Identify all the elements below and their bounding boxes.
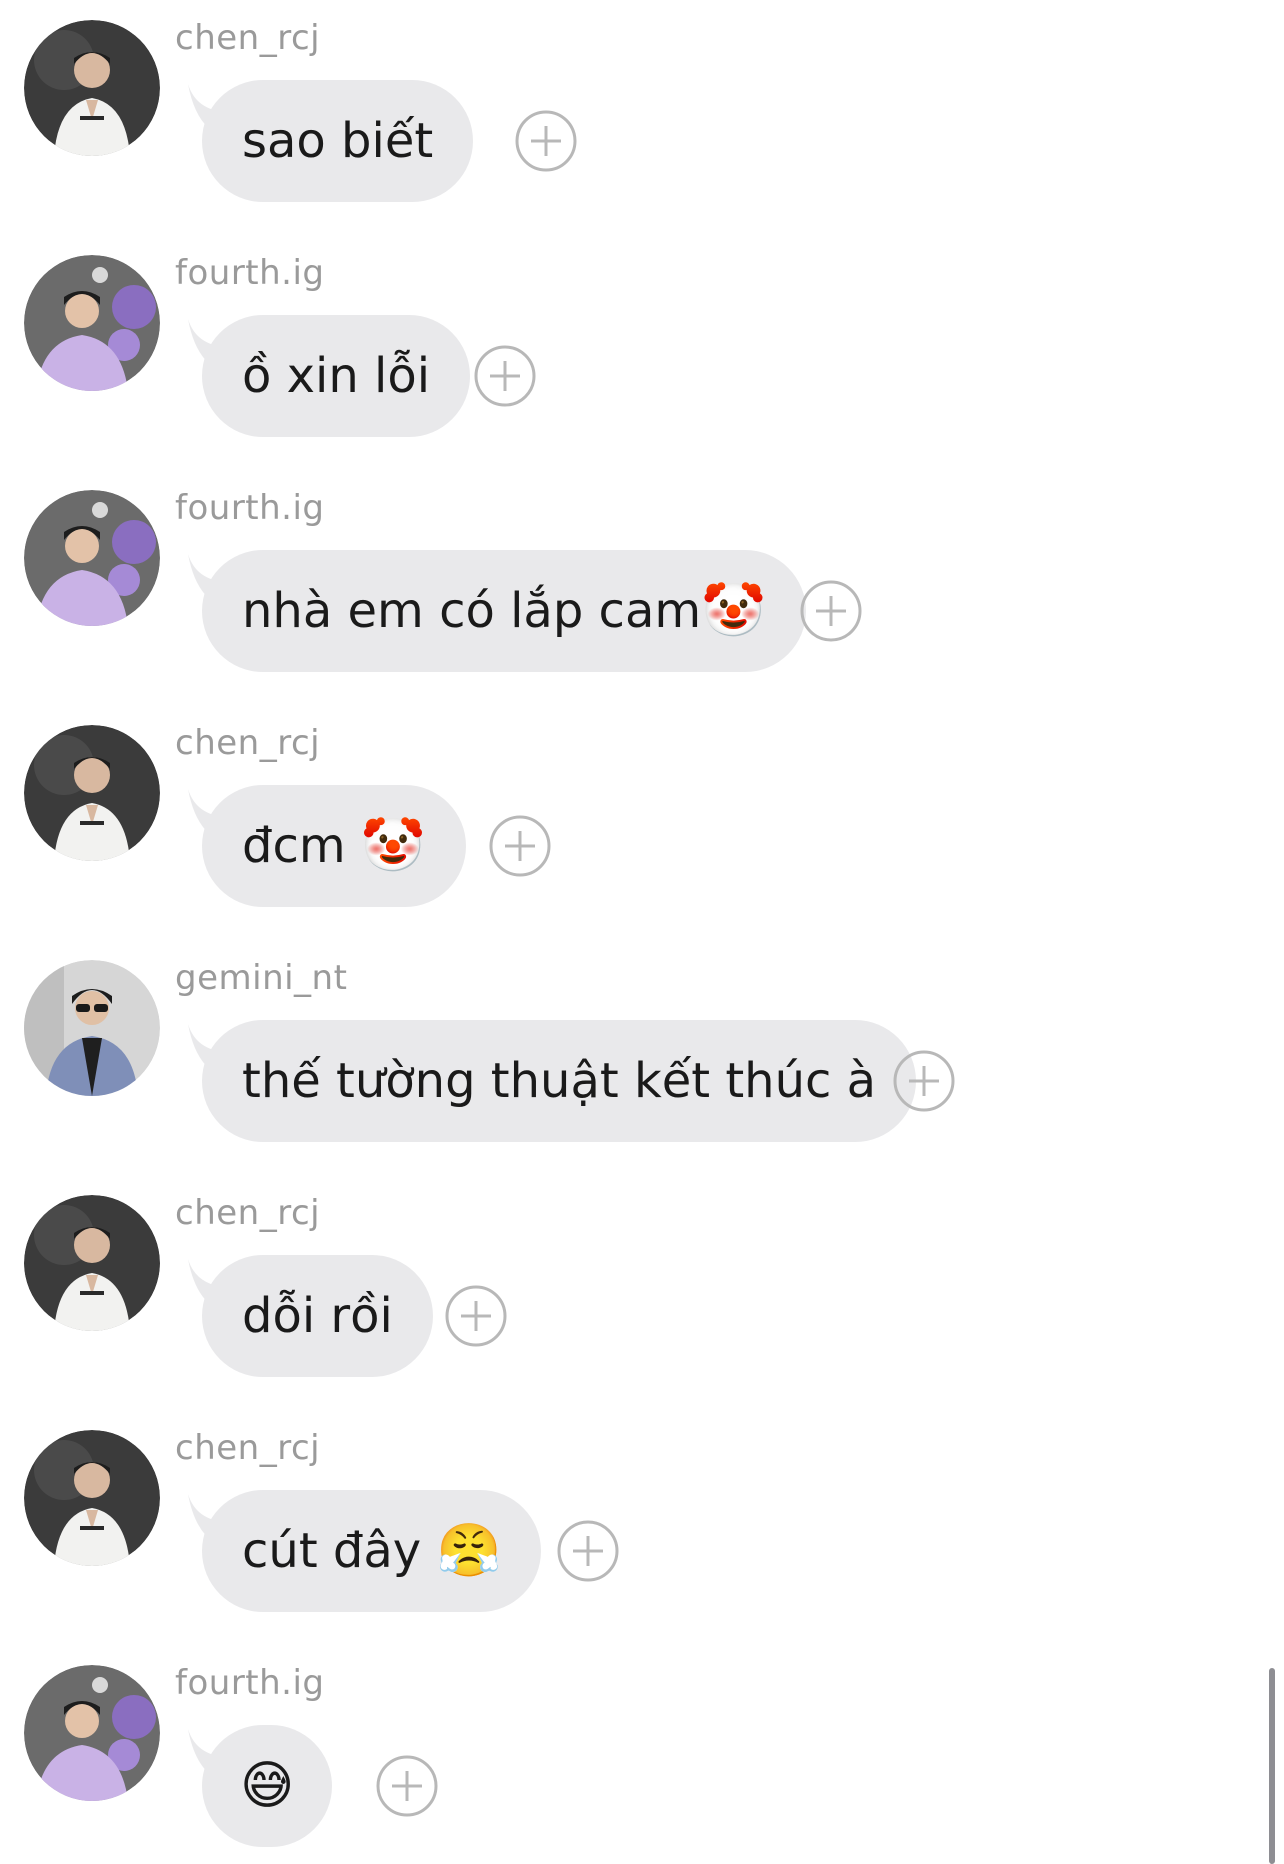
message-text: dỗi rồi: [242, 1288, 393, 1344]
sender-username: chen_rcj: [175, 1193, 321, 1233]
fourth-avatar: [24, 490, 160, 626]
sender-username: fourth.ig: [175, 1663, 325, 1703]
message-bubble[interactable]: cút đây 😤: [202, 1490, 542, 1612]
fourth-avatar: [24, 255, 160, 391]
avatar[interactable]: [24, 1665, 160, 1801]
huffing-face-emoji: 😤: [436, 1521, 502, 1581]
message-bubble[interactable]: nhà em có lắp cam 🤡: [202, 550, 806, 672]
message-bubble[interactable]: dỗi rồi: [202, 1255, 433, 1377]
message-text: cút đây: [242, 1523, 437, 1579]
chen-avatar: [24, 725, 160, 861]
avatar[interactable]: [24, 725, 160, 861]
chen-avatar: [24, 20, 160, 156]
message-row: fourth.ig nhà em có lắp cam 🤡: [0, 470, 1200, 672]
message-bubble[interactable]: ồ xin lỗi: [202, 315, 471, 437]
add-reaction-icon[interactable]: [489, 815, 551, 877]
message-bubble[interactable]: sao biết: [202, 80, 474, 202]
chen-avatar: [24, 1430, 160, 1566]
avatar[interactable]: [24, 255, 160, 391]
add-reaction-icon[interactable]: [800, 580, 862, 642]
gemini-avatar: [24, 960, 160, 1096]
message-bubble[interactable]: đcm 🤡: [202, 785, 466, 907]
message-row: chen_rcj sao biết: [0, 0, 1200, 202]
chen-avatar: [24, 1195, 160, 1331]
sender-username: fourth.ig: [175, 253, 325, 293]
add-reaction-icon[interactable]: [893, 1050, 955, 1112]
sender-username: chen_rcj: [175, 18, 321, 58]
message-row: chen_rcj đcm 🤡: [0, 705, 1200, 907]
add-reaction-icon[interactable]: [557, 1520, 619, 1582]
message-row: fourth.ig ồ xin lỗi: [0, 235, 1200, 437]
clown-emoji: 🤡: [701, 581, 766, 641]
fourth-avatar: [24, 1665, 160, 1801]
sender-username: gemini_nt: [175, 958, 348, 998]
message-text: thế tường thuật kết thúc à: [242, 1053, 877, 1109]
add-reaction-icon[interactable]: [515, 110, 577, 172]
message-list: chen_rcj sao biết fourth.ig ồ xin lỗi fo…: [0, 0, 1284, 1864]
clown-emoji: 🤡: [360, 816, 426, 876]
sweat-smile-emoji: 😅: [240, 1756, 295, 1816]
message-text: ồ xin lỗi: [242, 348, 431, 404]
sender-username: chen_rcj: [175, 723, 321, 763]
message-bubble[interactable]: 😅: [202, 1725, 333, 1847]
message-row: gemini_nt thế tường thuật kết thúc à: [0, 940, 1200, 1142]
avatar[interactable]: [24, 1195, 160, 1331]
sender-username: fourth.ig: [175, 488, 325, 528]
scrollbar[interactable]: [1269, 1668, 1275, 1864]
add-reaction-icon[interactable]: [376, 1755, 438, 1817]
message-row: fourth.ig 😅: [0, 1645, 1200, 1847]
add-reaction-icon[interactable]: [445, 1285, 507, 1347]
message-text: đcm: [242, 818, 361, 874]
avatar[interactable]: [24, 1430, 160, 1566]
add-reaction-icon[interactable]: [474, 345, 536, 407]
message-bubble[interactable]: thế tường thuật kết thúc à: [202, 1020, 917, 1142]
sender-username: chen_rcj: [175, 1428, 321, 1468]
avatar[interactable]: [24, 490, 160, 626]
avatar[interactable]: [24, 960, 160, 1096]
message-row: chen_rcj cút đây 😤: [0, 1410, 1200, 1612]
message-text: nhà em có lắp cam: [242, 583, 702, 639]
message-text: sao biết: [242, 113, 434, 169]
message-row: chen_rcj dỗi rồi: [0, 1175, 1200, 1377]
avatar[interactable]: [24, 20, 160, 156]
